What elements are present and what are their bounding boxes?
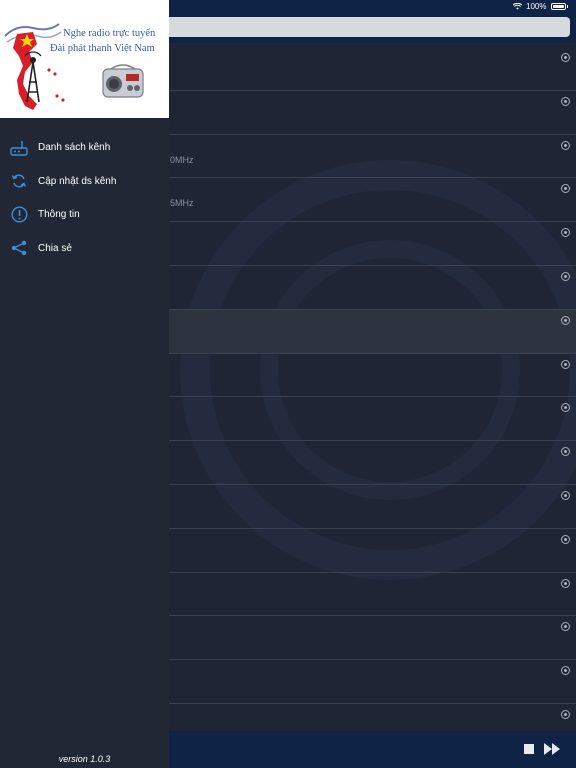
fast-forward-button[interactable] xyxy=(544,743,562,755)
stop-button[interactable] xyxy=(524,744,534,754)
fast-forward-icon xyxy=(552,743,560,755)
menu-item-label: Chia sẻ xyxy=(38,242,72,254)
menu-item-channel-list[interactable]: Danh sách kênh xyxy=(0,131,169,165)
favorite-pin-icon[interactable] xyxy=(561,184,570,194)
radio-device-icon xyxy=(102,64,144,98)
channel-frequency: 0MHz xyxy=(170,154,194,165)
favorite-pin-icon[interactable] xyxy=(561,403,570,413)
vietnam-map-logo-icon xyxy=(4,23,65,110)
menu-item-label: Danh sách kênh xyxy=(38,142,111,154)
radio-icon xyxy=(10,139,28,157)
favorite-pin-icon[interactable] xyxy=(561,447,570,457)
favorite-pin-icon[interactable] xyxy=(561,315,570,325)
status-right: 100% xyxy=(513,0,568,12)
app-version: version 1.0.3 xyxy=(58,754,111,764)
favorite-pin-icon[interactable] xyxy=(561,622,570,632)
menu-item-label: Cập nhật ds kênh xyxy=(38,175,117,187)
fast-forward-icon xyxy=(544,743,552,755)
favorite-pin-icon[interactable] xyxy=(561,490,570,500)
menu-item-info[interactable]: Thông tin xyxy=(0,198,169,232)
battery-tip xyxy=(566,4,568,8)
battery-icon xyxy=(550,2,566,10)
menu-item-label: Thông tin xyxy=(38,209,80,221)
favorite-pin-icon[interactable] xyxy=(561,578,570,588)
banner-title-line2: Đài phát thanh Việt Nam xyxy=(50,43,155,54)
menu-item-update-channels[interactable]: Cập nhật ds kênh xyxy=(0,165,169,199)
favorite-pin-icon[interactable] xyxy=(561,709,570,719)
refresh-icon xyxy=(10,172,28,190)
favorite-pin-icon[interactable] xyxy=(561,271,570,281)
favorite-pin-icon[interactable] xyxy=(561,359,570,369)
app-banner: Nghe radio trực tuyến Đài phát thanh Việ… xyxy=(0,0,169,118)
favorite-pin-icon[interactable] xyxy=(561,140,570,150)
favorite-pin-icon[interactable] xyxy=(561,228,570,238)
favorite-pin-icon[interactable] xyxy=(561,53,570,62)
banner-title-line1: Nghe radio trực tuyến xyxy=(63,28,156,39)
share-icon xyxy=(10,239,28,257)
drawer-menu: Danh sách kênh Cập nhật ds kênh Thông ti… xyxy=(0,131,169,265)
favorite-pin-icon[interactable] xyxy=(561,534,570,544)
favorite-pin-icon[interactable] xyxy=(561,666,570,676)
menu-item-share[interactable]: Chia sẻ xyxy=(0,232,169,266)
info-icon xyxy=(10,206,28,224)
wifi-icon xyxy=(513,2,523,10)
battery-percent: 100% xyxy=(526,1,547,11)
channel-frequency: 5MHz xyxy=(170,198,194,209)
side-drawer: Nghe radio trực tuyến Đài phát thanh Việ… xyxy=(0,0,169,768)
favorite-pin-icon[interactable] xyxy=(561,96,570,106)
